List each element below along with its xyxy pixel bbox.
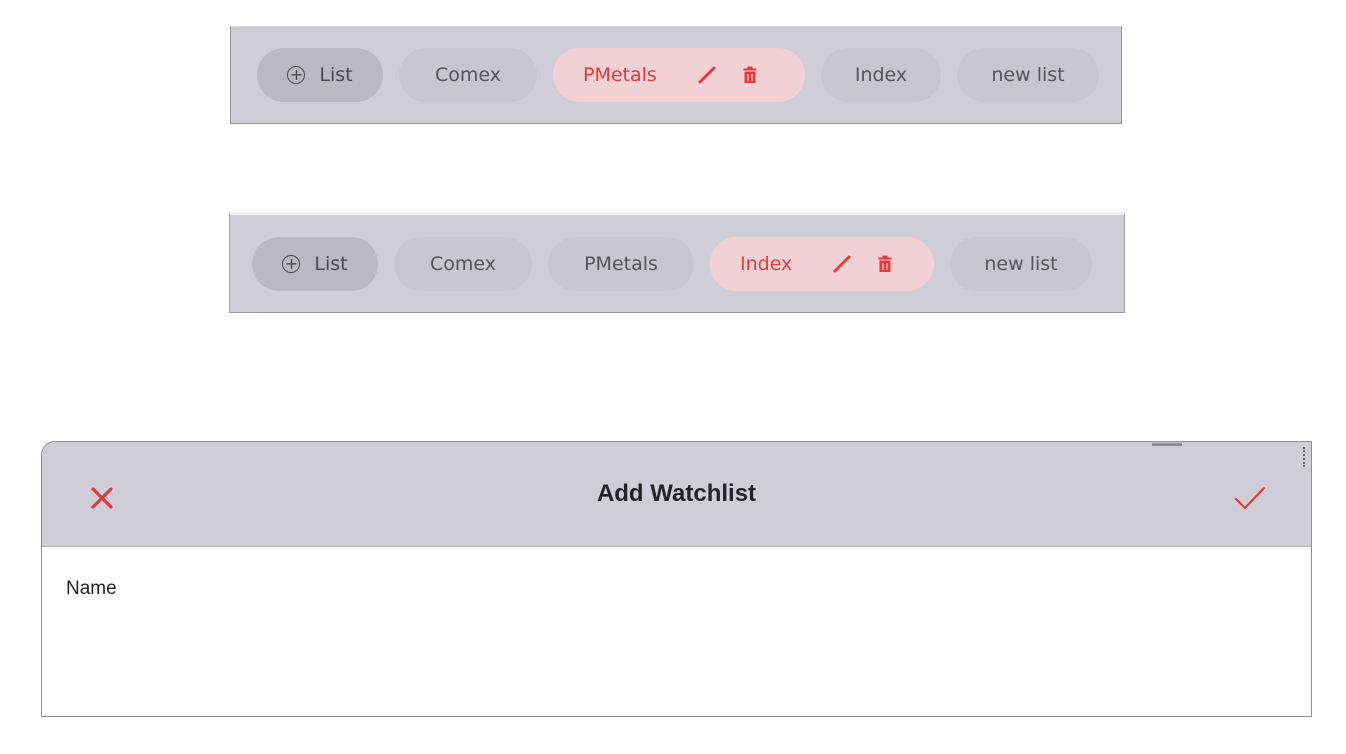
tab-label: Comex [435, 64, 501, 86]
tab-new-list[interactable]: new list [950, 236, 1092, 291]
tab-label: PMetals [584, 252, 658, 275]
tab-index[interactable]: Index [710, 236, 934, 291]
edge-mark [1303, 447, 1306, 467]
tab-new-list[interactable]: new list [957, 48, 1099, 102]
tab-label: new list [984, 252, 1058, 275]
tab-comex[interactable]: Comex [399, 48, 537, 102]
tab-pmetals[interactable]: PMetals [548, 236, 694, 291]
tab-pmetals[interactable]: PMetals [553, 48, 805, 102]
dialog-header: Add Watchlist [42, 442, 1311, 547]
tab-label: Index [854, 64, 908, 86]
add-list-button[interactable]: + List [257, 48, 383, 102]
name-field-label: Name [66, 578, 117, 599]
tab-comex[interactable]: Comex [394, 236, 532, 291]
tab-label: Comex [430, 252, 496, 275]
dialog-title: Add Watchlist [596, 480, 757, 507]
tab-label: new list [991, 64, 1065, 86]
plus-circle-icon: + [287, 66, 306, 84]
watchlist-tab-bar: + List Comex PMetals Index new list [229, 212, 1125, 313]
edit-icon[interactable] [697, 65, 717, 85]
add-watchlist-dialog: Add Watchlist Name [41, 441, 1312, 717]
edit-icon[interactable] [832, 254, 852, 274]
watchlist-tab-bar: + List Comex PMetals Index new list [230, 26, 1122, 124]
tab-label: Index [740, 252, 793, 275]
tab-label: PMetals [583, 64, 657, 86]
checkmark-icon[interactable] [1233, 484, 1267, 512]
tab-index[interactable]: Index [821, 48, 941, 102]
delete-icon[interactable] [743, 66, 757, 84]
add-list-button[interactable]: + List [252, 236, 378, 291]
plus-circle-icon: + [282, 254, 301, 273]
add-list-label: List [314, 252, 348, 275]
add-list-label: List [319, 64, 353, 86]
close-icon[interactable] [88, 484, 116, 512]
delete-icon[interactable] [878, 255, 892, 273]
